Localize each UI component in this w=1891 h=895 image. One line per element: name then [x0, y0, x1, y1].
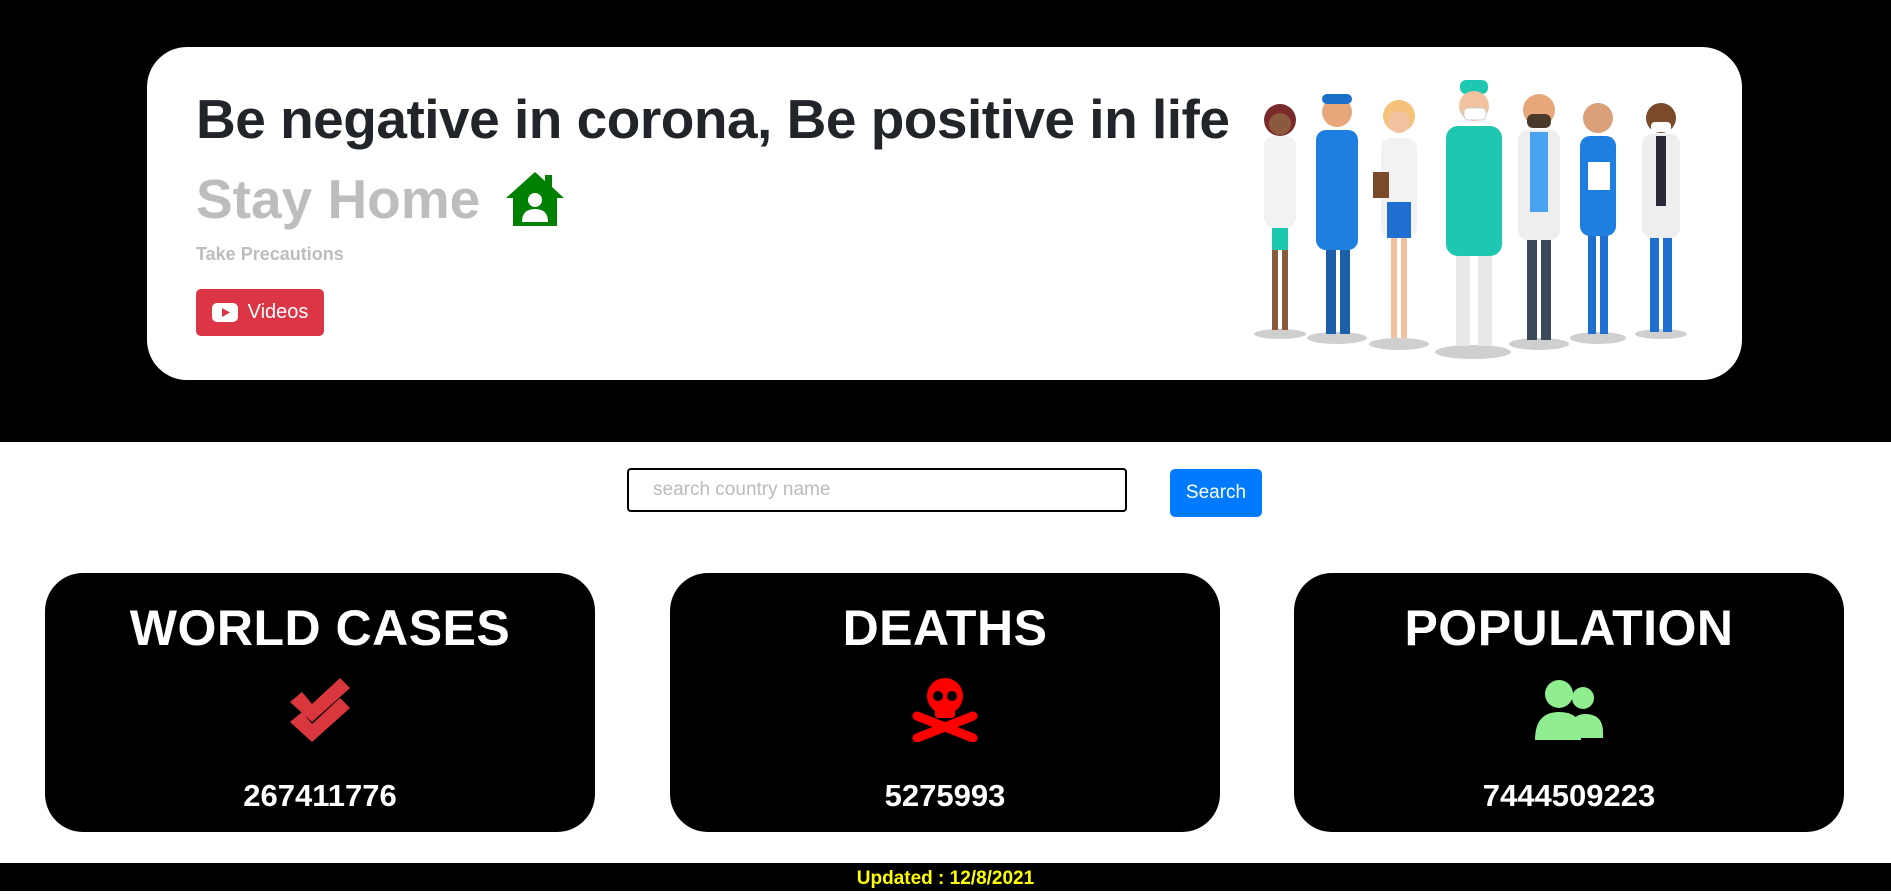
stat-title: WORLD CASES — [129, 600, 511, 656]
stat-title: DEATHS — [842, 600, 1048, 656]
hero-card: Be negative in corona, Be positive in li… — [147, 47, 1742, 380]
healthcare-workers-illustration — [1254, 80, 1687, 359]
videos-button-label: Videos — [247, 301, 309, 323]
stat-value: 5275993 — [884, 778, 1006, 813]
search-section: Search — [0, 442, 1891, 542]
videos-button[interactable]: Videos — [196, 289, 324, 336]
youtube-icon — [211, 303, 238, 322]
stat-value: 7444509223 — [1482, 778, 1656, 813]
footer-updated: Updated : 12/8/2021 — [0, 863, 1891, 891]
hero-section: Be negative in corona, Be positive in li… — [0, 0, 1891, 442]
headline: Be negative in corona, Be positive in li… — [196, 88, 1230, 150]
skull-crossbones-icon — [912, 678, 978, 742]
deaths-card: DEATHS 5275993 — [670, 573, 1220, 832]
search-button[interactable]: Search — [1170, 469, 1262, 517]
search-input[interactable] — [627, 468, 1127, 512]
world-cases-card: WORLD CASES 267411776 — [45, 573, 595, 832]
stat-title: POPULATION — [1404, 600, 1734, 656]
double-check-icon — [290, 678, 350, 742]
users-icon — [1535, 680, 1603, 740]
tagline: Take Precautions — [196, 244, 344, 264]
population-card: POPULATION 7444509223 — [1294, 573, 1844, 832]
house-user-icon — [506, 172, 565, 226]
stay-home-label: Stay Home — [196, 168, 481, 230]
stay-home-heading: Stay Home — [196, 167, 566, 231]
stat-value: 267411776 — [243, 778, 397, 813]
